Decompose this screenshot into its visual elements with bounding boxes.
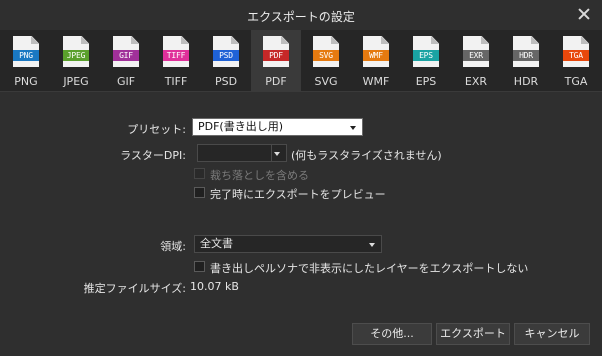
bleed-checkbox[interactable] (194, 168, 205, 179)
format-label: WMF (362, 75, 390, 88)
format-svg-button[interactable]: SVG SVG (301, 30, 351, 92)
chevron-down-icon (369, 243, 375, 247)
title-bar: エクスポートの設定 (0, 0, 602, 30)
file-eps-icon: EPS (413, 36, 439, 67)
hidden-layers-checkbox[interactable] (194, 261, 205, 272)
format-badge: PDF (263, 50, 289, 61)
format-label: EXR (464, 75, 488, 88)
area-value: 全文書 (200, 237, 233, 250)
format-psd-button[interactable]: PSD PSD (201, 30, 251, 92)
format-badge: PSD (213, 50, 239, 61)
estimate-label: 推定ファイルサイズ: (83, 282, 186, 295)
format-label: HDR (513, 75, 539, 88)
cancel-button[interactable]: キャンセル (514, 323, 590, 345)
preset-dropdown[interactable]: PDF(書き出し用) (192, 118, 363, 136)
format-wmf-button[interactable]: WMF WMF (351, 30, 401, 92)
area-dropdown[interactable]: 全文書 (194, 235, 382, 253)
file-pdf-icon: PDF (263, 36, 289, 67)
preview-checkbox[interactable] (194, 187, 205, 198)
format-badge: GIF (113, 50, 139, 61)
format-jpeg-button[interactable]: JPEG JPEG (51, 30, 101, 92)
format-hdr-button[interactable]: HDR HDR (501, 30, 551, 92)
format-label: TGA (564, 75, 588, 88)
chevron-down-icon (274, 152, 280, 156)
format-pdf-button[interactable]: PDF PDF (251, 30, 301, 92)
chevron-down-icon (350, 126, 356, 130)
format-gif-button[interactable]: GIF GIF (101, 30, 151, 92)
raster-dpi-combo[interactable] (197, 144, 287, 162)
file-wmf-icon: WMF (363, 36, 389, 67)
format-label: SVG (314, 75, 338, 88)
preview-label: 完了時にエクスポートをプレビュー (210, 188, 386, 201)
format-label: PDF (265, 75, 287, 88)
format-badge: SVG (313, 50, 339, 61)
format-label: JPEG (63, 75, 89, 88)
format-exr-button[interactable]: EXR EXR (451, 30, 501, 92)
file-tiff-icon: TIFF (163, 36, 189, 67)
format-badge: EPS (413, 50, 439, 61)
estimate-value: 10.07 kB (190, 280, 239, 293)
file-jpeg-icon: JPEG (63, 36, 89, 67)
file-png-icon: PNG (13, 36, 39, 67)
dialog-title: エクスポートの設定 (247, 10, 355, 24)
file-exr-icon: EXR (463, 36, 489, 67)
format-badge: EXR (463, 50, 489, 61)
file-tga-icon: TGA (563, 36, 589, 67)
format-tga-button[interactable]: TGA TGA (551, 30, 601, 92)
format-badge: HDR (513, 50, 539, 61)
area-label: 領域: (160, 240, 186, 253)
format-badge: WMF (363, 50, 389, 61)
file-hdr-icon: HDR (513, 36, 539, 67)
format-label: PSD (214, 75, 238, 88)
preset-label: プリセット: (127, 123, 186, 136)
bleed-label: 裁ち落としを含める (210, 169, 309, 182)
format-label: EPS (415, 75, 437, 88)
format-badge: TIFF (163, 50, 189, 61)
export-button[interactable]: エクスポート (436, 323, 510, 345)
file-gif-icon: GIF (113, 36, 139, 67)
preset-value: PDF(書き出し用) (198, 120, 284, 133)
format-toolbar: PNG PNG JPEG JPEG GIF GIF TIFF TIFF PSD PSD PDF PDF… (0, 30, 602, 92)
raster-dpi-note: (何もラスタライズされません) (291, 149, 442, 162)
more-button[interactable]: その他... (352, 323, 432, 345)
format-tiff-button[interactable]: TIFF TIFF (151, 30, 201, 92)
file-psd-icon: PSD (213, 36, 239, 67)
format-badge: PNG (13, 50, 39, 61)
format-eps-button[interactable]: EPS EPS (401, 30, 451, 92)
raster-dpi-label: ラスターDPI: (120, 149, 186, 162)
hidden-layers-label: 書き出しペルソナで非表示にしたレイヤーをエクスポートしない (210, 262, 529, 275)
format-png-button[interactable]: PNG PNG (1, 30, 51, 92)
format-label: PNG (14, 75, 38, 88)
format-badge: TGA (563, 50, 589, 61)
format-badge: JPEG (63, 50, 89, 61)
file-svg-icon: SVG (313, 36, 339, 67)
close-icon[interactable] (576, 6, 592, 22)
format-label: TIFF (164, 75, 188, 88)
format-label: GIF (116, 75, 136, 88)
